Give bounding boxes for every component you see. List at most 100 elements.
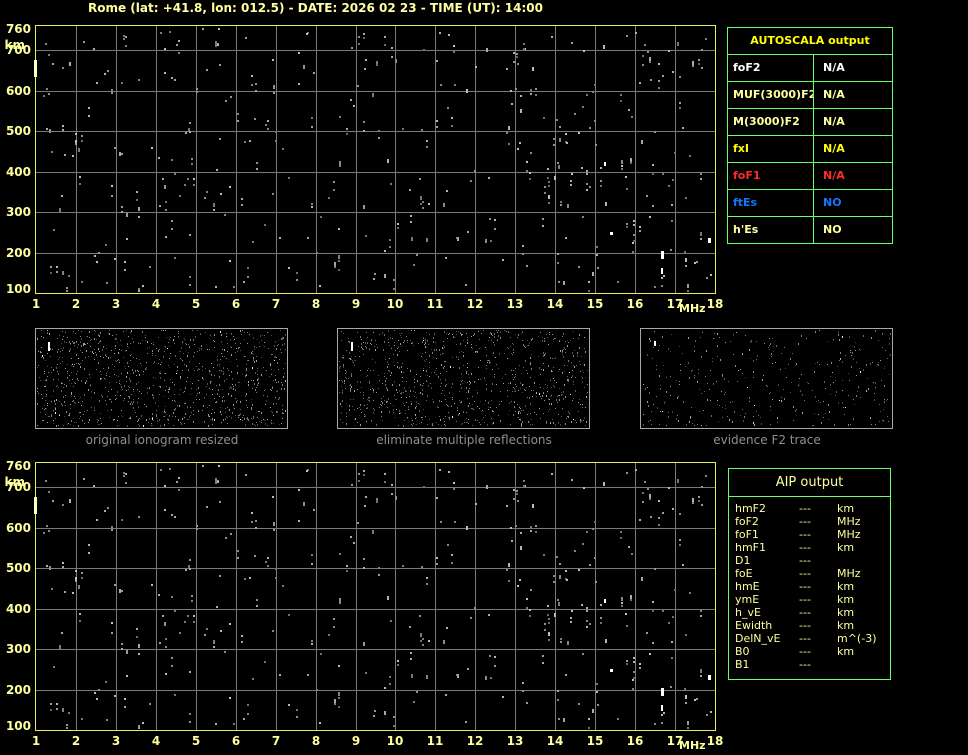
panel-evidence-f2-trace bbox=[640, 328, 893, 429]
parameter-value: N/A bbox=[813, 109, 892, 135]
parameter-unit bbox=[837, 658, 890, 671]
page-title: Rome (lat: +41.8, lon: 012.5) - DATE: 20… bbox=[88, 1, 543, 15]
x-axis-tick-label: 2 bbox=[71, 297, 81, 311]
autoscala-row-fof1: foF1 N/A bbox=[728, 162, 892, 189]
parameter-unit: MHz bbox=[837, 515, 861, 528]
aip-row-foe: foE --- MHz bbox=[729, 567, 890, 580]
autoscala-row-fof2: foF2 N/A bbox=[728, 54, 892, 81]
parameter-unit: MHz bbox=[837, 567, 861, 580]
parameter-unit: km bbox=[837, 606, 855, 619]
parameter-label: h'Es bbox=[733, 223, 759, 236]
aip-row-yme: ymE --- km bbox=[729, 593, 890, 606]
aip-table-header: AIP output bbox=[729, 469, 890, 497]
y-axis-tick-label: 400 bbox=[5, 602, 31, 616]
x-axis-tick-label: 11 bbox=[426, 297, 444, 311]
x-axis-tick-label: 6 bbox=[231, 734, 241, 748]
y-axis-tick-label: 500 bbox=[5, 561, 31, 575]
x-axis-tick-label: 13 bbox=[506, 734, 524, 748]
parameter-value: N/A bbox=[813, 136, 892, 162]
parameter-value: N/A bbox=[813, 163, 892, 189]
x-axis-tick-label: 16 bbox=[626, 734, 644, 748]
x-axis-tick-label: 14 bbox=[546, 297, 564, 311]
y-axis-unit-label: km bbox=[4, 475, 25, 489]
autoscala-table-body: foF2 N/A MUF(3000)F2 N/A M(3000)F2 N/A fxI N/A f… bbox=[728, 54, 892, 243]
aip-row-hmf2: hmF2 --- km bbox=[729, 502, 890, 515]
parameter-value: --- bbox=[799, 554, 811, 567]
x-axis-tick-label: 9 bbox=[351, 734, 361, 748]
parameter-unit: km bbox=[837, 580, 855, 593]
y-axis-tick-label: 760 bbox=[5, 459, 31, 473]
x-axis-tick-label: 1 bbox=[31, 734, 41, 748]
panel-canvas bbox=[37, 330, 286, 427]
y-axis-tick-label: 300 bbox=[5, 642, 31, 656]
x-axis-tick-label: 5 bbox=[191, 734, 201, 748]
x-axis-tick-label: 12 bbox=[466, 734, 484, 748]
parameter-value: --- bbox=[799, 541, 811, 554]
y-axis-tick-label: 760 bbox=[5, 22, 31, 36]
x-axis-tick-label: 7 bbox=[271, 297, 281, 311]
x-axis-tick-label: 14 bbox=[546, 734, 564, 748]
ionogram-canvas bbox=[36, 26, 715, 293]
parameter-label: h_vE bbox=[735, 606, 761, 619]
parameter-value: NO bbox=[813, 190, 892, 216]
autoscala-output-table: AUTOSCALA output foF2 N/A MUF(3000)F2 N/A M(… bbox=[727, 27, 893, 244]
y-axis-unit-label: km bbox=[4, 38, 25, 52]
parameter-label: ymE bbox=[735, 593, 760, 606]
parameter-value: --- bbox=[799, 619, 811, 632]
autoscala-window: Rome (lat: +41.8, lon: 012.5) - DATE: 20… bbox=[0, 0, 968, 755]
x-axis-tick-label: 6 bbox=[231, 297, 241, 311]
aip-row-ewidth: Ewidth --- km bbox=[729, 619, 890, 632]
parameter-label: foF2 bbox=[735, 515, 759, 528]
parameter-unit bbox=[837, 554, 890, 567]
parameter-value: --- bbox=[799, 580, 811, 593]
parameter-label: Ewidth bbox=[735, 619, 773, 632]
aip-table-body: hmF2 --- km foF2 --- MHz foF1 --- MHz hmF1 --- km D1… bbox=[729, 497, 890, 671]
x-axis-tick-label: 11 bbox=[426, 734, 444, 748]
x-axis-tick-label: 8 bbox=[311, 734, 321, 748]
autoscala-row-ftes: ftEs NO bbox=[728, 189, 892, 216]
autoscala-table-header: AUTOSCALA output bbox=[750, 34, 870, 47]
aip-row-b0: B0 --- km bbox=[729, 645, 890, 658]
parameter-unit: MHz bbox=[837, 528, 861, 541]
aip-row-delnve: DelN_vE --- m^(-3) bbox=[729, 632, 890, 645]
parameter-unit: m^(-3) bbox=[837, 632, 877, 645]
y-axis-tick-label: 300 bbox=[5, 205, 31, 219]
x-axis-tick-label: 3 bbox=[111, 297, 121, 311]
parameter-label: MUF(3000)F2 bbox=[733, 88, 813, 101]
parameter-value: --- bbox=[799, 528, 811, 541]
parameter-label: B0 bbox=[735, 645, 750, 658]
parameter-unit: km bbox=[837, 593, 855, 606]
aip-row-hve: h_vE --- km bbox=[729, 606, 890, 619]
aip-row-hmf1: hmF1 --- km bbox=[729, 541, 890, 554]
parameter-unit: km bbox=[837, 619, 855, 632]
parameter-value: --- bbox=[799, 515, 811, 528]
y-axis-tick-label: 100 bbox=[5, 719, 31, 733]
x-axis-tick-label: 10 bbox=[386, 734, 404, 748]
ionogram-plot-top: 760 700 600 500 400 300 200 100 km 1 2 3 4 5 6 7 8 9 10 11 1… bbox=[5, 23, 724, 316]
y-axis-tick-label: 200 bbox=[5, 246, 31, 260]
parameter-value: --- bbox=[799, 502, 811, 515]
ionogram-canvas bbox=[36, 463, 715, 730]
parameter-unit: km bbox=[837, 502, 855, 515]
parameter-value: --- bbox=[799, 606, 811, 619]
parameter-label: foF1 bbox=[733, 169, 761, 182]
parameter-value: NO bbox=[813, 217, 892, 243]
autoscala-row-fxi: fxI N/A bbox=[728, 135, 892, 162]
aip-row-b1: B1 --- bbox=[729, 658, 890, 671]
parameter-label: hmF2 bbox=[735, 502, 767, 515]
x-axis-tick-label: 1 bbox=[31, 297, 41, 311]
y-axis-highlight-marker bbox=[34, 497, 37, 514]
parameter-value: N/A bbox=[813, 55, 892, 81]
parameter-label: hmF1 bbox=[735, 541, 767, 554]
parameter-label: foF2 bbox=[733, 61, 761, 74]
parameter-label: B1 bbox=[735, 658, 750, 671]
parameter-label: foE bbox=[735, 567, 753, 580]
x-axis-tick-label: 16 bbox=[626, 297, 644, 311]
panel-eliminate-reflections bbox=[337, 328, 590, 429]
x-axis-tick-label: 7 bbox=[271, 734, 281, 748]
aip-row-hme: hmE --- km bbox=[729, 580, 890, 593]
panel-canvas bbox=[339, 330, 588, 427]
autoscala-row-hes: h'Es NO bbox=[728, 216, 892, 243]
panel-caption-reflections: eliminate multiple reflections bbox=[376, 433, 552, 447]
parameter-label: fxI bbox=[733, 142, 749, 155]
